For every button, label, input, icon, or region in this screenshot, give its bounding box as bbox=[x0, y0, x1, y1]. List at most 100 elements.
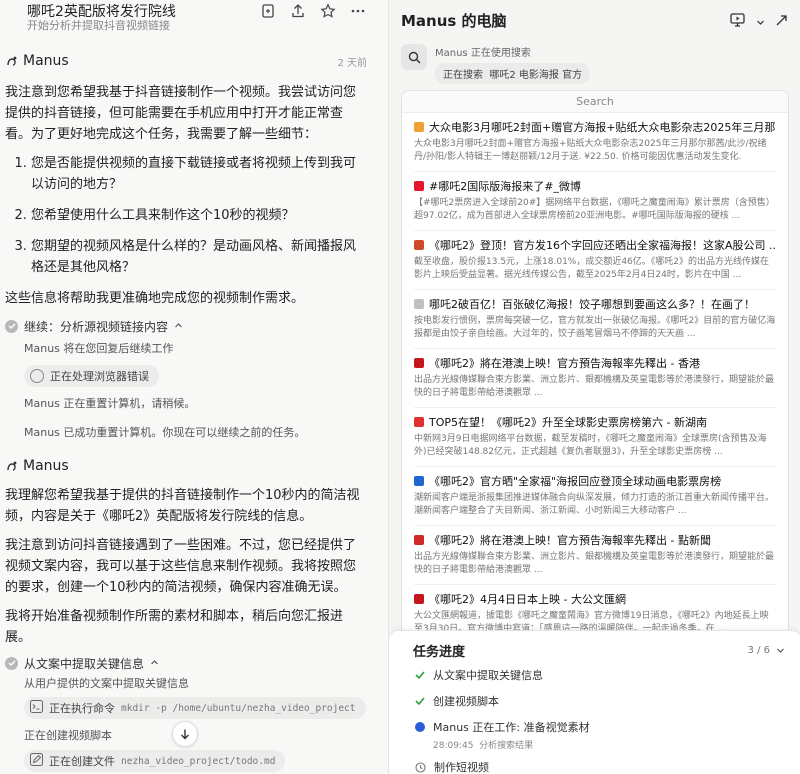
step-header[interactable]: 继续：分析源视频链接内容 bbox=[5, 317, 367, 335]
result-title-text: 《哪吒2》將在港澳上映！官方預告海報率先釋出 - 香港 bbox=[429, 357, 700, 370]
query-action: 正在搜索 bbox=[443, 70, 483, 81]
result-snippet: 出品方光線傳媒聯合東方影業、洲立影片、銀都機構及英皇電影等於港澳發行，期望能於最… bbox=[414, 552, 775, 575]
step-line: Manus 已成功重置计算机。你现在可以继续之前的任务。 bbox=[24, 426, 306, 439]
task-progress-count[interactable]: 3 / 6 bbox=[748, 645, 785, 656]
search-result[interactable]: 哪吒2破百亿！百张破亿海报！饺子哪想到要画这么多？！在画了！ 按电影发行惯例，票房… bbox=[414, 290, 776, 349]
task-label: Manus 正在工作: 准备视觉素材 bbox=[433, 721, 590, 734]
conversation-subtitle: 开始分析并提取抖音视频链接 bbox=[27, 20, 170, 32]
search-results: 大众电影3月哪吒2封面+赠官方海报+贴纸大众电影杂志2025年三月那 ... 大众… bbox=[402, 113, 788, 644]
arrow-down-icon bbox=[181, 729, 189, 740]
chip-command: mkdir -p /home/ubuntu/nezha_video_projec… bbox=[121, 702, 356, 714]
edit-file-icon bbox=[30, 753, 43, 769]
list-item: 您期望的视频风格是什么样的？是动画风格、新闻播报风格还是其他风格？ bbox=[31, 236, 367, 278]
tool-chip[interactable]: 正在执行命令 mkdir -p /home/ubuntu/nezha_video_… bbox=[24, 697, 367, 719]
message-text: 我注意到您希望我基于抖音链接制作一个视频。我尝试访问您提供的抖音链接，但可能需要… bbox=[5, 85, 357, 142]
step-header[interactable]: 从文案中提取关键信息 bbox=[5, 654, 367, 672]
header-actions bbox=[260, 0, 366, 22]
message-list: Manus 2 天前 我注意到您希望我基于抖音链接制作一个视频。我尝试访问您提供… bbox=[5, 50, 367, 772]
tool-chip[interactable]: 正在处理浏览器错误 bbox=[24, 365, 367, 387]
site-favicon-icon bbox=[414, 535, 424, 545]
share-file-icon[interactable] bbox=[260, 3, 276, 19]
result-title[interactable]: 《哪吒2》將在港澳上映！官方預告海報率先釋出 - 點新聞 bbox=[414, 532, 776, 548]
screen-view-icon[interactable] bbox=[730, 12, 746, 31]
site-favicon-icon bbox=[414, 240, 424, 250]
task-label: 从文案中提取关键信息 bbox=[433, 669, 543, 682]
browser-header: Search bbox=[402, 91, 788, 113]
message-text: 我理解您希望我基于提供的抖音链接制作一个10秒内的简洁视频，内容是关于《哪吒2》… bbox=[5, 488, 360, 524]
conversation-title: 哪吒2英配版将发行院线 bbox=[27, 4, 176, 20]
search-result[interactable]: 《哪吒2》將在港澳上映！官方預告海報率先釋出 - 香港出品方光線傳媒聯合東方影業… bbox=[414, 349, 776, 408]
step-title: 继续：分析源视频链接内容 bbox=[24, 319, 169, 334]
browser-icon bbox=[30, 369, 44, 383]
result-title[interactable]: #哪吒2国际版海报来了#_微博 bbox=[414, 178, 776, 194]
search-result[interactable]: #哪吒2国际版海报来了#_微博【#哪吒2票房进入全球前20#】据网络平台数据，《… bbox=[414, 172, 776, 231]
site-favicon-icon bbox=[414, 181, 424, 191]
result-title[interactable]: TOP5在望！《哪吒2》升至全球影史票房榜第六 - 新湖南 bbox=[414, 414, 776, 430]
star-icon[interactable] bbox=[320, 3, 336, 19]
step-line: Manus 将在您回复后继续工作 bbox=[24, 342, 174, 355]
search-result[interactable]: 《哪吒2》登顶！官方发16个字回应还晒出全家福海报！这家A股公司 ... 截至收盘… bbox=[414, 231, 776, 290]
search-result[interactable]: TOP5在望！《哪吒2》升至全球影史票房榜第六 - 新湖南 中新网3月9日电据网络… bbox=[414, 408, 776, 467]
check-icon bbox=[5, 319, 18, 333]
result-title[interactable]: 《哪吒2》4月4日日本上映 - 大公文匯網 bbox=[414, 591, 776, 607]
search-result[interactable]: 《哪吒2》官方晒"全家福"海报回应登顶全球动画电影票房榜 潮新闻客户端是浙报集团推… bbox=[414, 467, 776, 526]
result-title[interactable]: 《哪吒2》登顶！官方发16个字回应还晒出全家福海报！这家A股公司 ... bbox=[414, 237, 776, 253]
task-count: 3 / 6 bbox=[747, 645, 770, 656]
browser-view: Search 大众电影3月哪吒2封面+赠官方海报+贴纸大众电影杂志2025年三月… bbox=[401, 90, 789, 650]
search-result[interactable]: 大众电影3月哪吒2封面+赠官方海报+贴纸大众电影杂志2025年三月那 ... 大众… bbox=[414, 113, 776, 172]
chip-command: nezha_video_project/todo.md bbox=[121, 755, 276, 767]
result-snippet: 【#哪吒2票房进入全球前20#】据网络平台数据，《哪吒之魔童闹海》累计票房（含预… bbox=[414, 198, 775, 221]
more-icon[interactable] bbox=[350, 3, 366, 19]
check-icon bbox=[5, 656, 18, 670]
task-item: 创建视频脚本 bbox=[415, 693, 499, 709]
chip-label: 正在处理浏览器错误 bbox=[50, 370, 149, 383]
message-sender: Manus bbox=[5, 455, 367, 477]
step-title: 从文案中提取关键信息 bbox=[24, 656, 145, 671]
result-title[interactable]: 《哪吒2》將在港澳上映！官方預告海報率先釋出 - 香港 bbox=[414, 355, 776, 371]
result-title[interactable]: 哪吒2破百亿！百张破亿海报！饺子哪想到要画这么多？！在画了！ bbox=[414, 296, 776, 312]
message-text: 这些信息将帮助我更准确地完成您的视频制作需求。 bbox=[5, 291, 305, 306]
collapse-icon[interactable] bbox=[775, 12, 788, 31]
sender-name: Manus bbox=[23, 53, 69, 69]
task-sub-label: 分析搜索结果 bbox=[479, 741, 534, 751]
chat-panel: 哪吒2英配版将发行院线 开始分析并提取抖音视频链接 Manus 2 天前 我注意… bbox=[0, 0, 388, 774]
result-title-text: 《哪吒2》官方晒"全家福"海报回应登顶全球动画电影票房榜 bbox=[429, 475, 722, 488]
result-title-text: TOP5在望！《哪吒2》升至全球影史票房榜第六 - 新湖南 bbox=[429, 416, 707, 429]
site-favicon-icon bbox=[414, 594, 424, 604]
step-line: Manus 正在重置计算机，请稍候。 bbox=[24, 397, 196, 410]
chip-label: 正在执行命令 bbox=[49, 702, 115, 715]
step-line: 从用户提供的文案中提取关键信息 bbox=[24, 677, 189, 690]
result-title[interactable]: 大众电影3月哪吒2封面+赠官方海报+贴纸大众电影杂志2025年三月那 ... bbox=[414, 119, 776, 135]
task-item-active: Manus 正在工作: 准备视觉素材 bbox=[415, 719, 590, 735]
list-item: 您希望使用什么工具来制作这个10秒的视频？ bbox=[31, 205, 367, 226]
chevron-down-icon[interactable] bbox=[756, 12, 765, 31]
message-text: 我将开始准备视频制作所需的素材和脚本，稍后向您汇报进展。 bbox=[5, 609, 344, 645]
manus-logo-icon bbox=[7, 56, 17, 66]
chevron-up-icon bbox=[150, 656, 159, 670]
result-snippet: 大众电影3月哪吒2封面+赠官方海报+贴纸大众电影杂志2025年三月那尔那茜/此沙… bbox=[414, 139, 767, 162]
computer-title: Manus 的电脑 bbox=[401, 12, 507, 30]
search-result[interactable]: 《哪吒2》將在港澳上映！官方預告海報率先釋出 - 點新聞出品方光線傳媒聯合東方影… bbox=[414, 526, 776, 585]
upload-icon[interactable] bbox=[290, 3, 306, 19]
message-time: 2 天前 bbox=[337, 57, 367, 69]
result-snippet: 按电影发行惯例，票房每突破一亿，官方就发出一张破亿海报。《哪吒2》目前的官方破亿… bbox=[414, 316, 776, 339]
message-text: 我注意到访问抖音链接遇到了一些困难。不过，您已经提供了视频文案内容，我可以基于这… bbox=[5, 538, 357, 595]
task-label: 制作短视频 bbox=[434, 761, 489, 774]
task-label: 创建视频脚本 bbox=[433, 695, 499, 708]
result-snippet: 出品方光線傳媒聯合東方影業、洲立影片、銀都機構及英皇電影等於港澳發行，期望能於最… bbox=[414, 375, 775, 398]
chip-label: 正在创建文件 bbox=[49, 755, 115, 768]
tool-status-text: Manus 正在使用搜索 bbox=[435, 48, 531, 59]
tool-chip[interactable]: 正在创建文件 nezha_video_project/todo.md bbox=[24, 750, 367, 772]
site-favicon-icon bbox=[414, 299, 424, 309]
result-title-text: 大众电影3月哪吒2封面+赠官方海报+贴纸大众电影杂志2025年三月那 ... bbox=[429, 121, 776, 134]
task-sub: 28:09:45 分析搜索结果 bbox=[433, 738, 533, 751]
chevron-up-icon bbox=[174, 319, 183, 333]
task-time: 28:09:45 bbox=[433, 741, 474, 751]
active-dot-icon bbox=[415, 722, 425, 732]
terminal-icon bbox=[30, 700, 43, 716]
result-title[interactable]: 《哪吒2》官方晒"全家福"海报回应登顶全球动画电影票房榜 bbox=[414, 473, 776, 489]
message-sender: Manus 2 天前 bbox=[5, 50, 367, 72]
query-text: 哪吒2 电影海报 官方 bbox=[489, 70, 583, 81]
manus-logo-icon bbox=[7, 461, 17, 471]
scroll-to-bottom-button[interactable] bbox=[172, 721, 198, 747]
